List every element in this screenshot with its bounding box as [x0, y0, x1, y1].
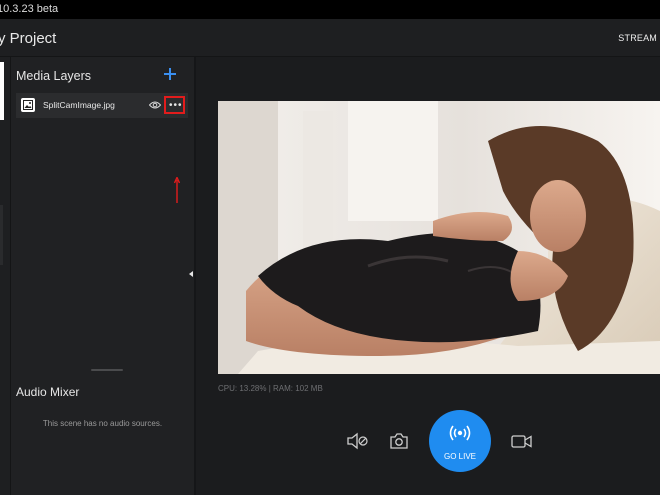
eye-icon[interactable]: [149, 100, 161, 110]
audio-mixer-title: Audio Mixer: [16, 385, 80, 399]
project-title[interactable]: y Project: [0, 30, 56, 47]
go-live-label: GO LIVE: [443, 452, 476, 461]
collapse-panel-icon[interactable]: [189, 271, 193, 277]
layer-options-button[interactable]: •••: [164, 96, 185, 114]
video-camera-icon[interactable]: [510, 432, 534, 450]
panel-splitter[interactable]: [194, 57, 196, 495]
title-bar: 10.3.23 beta: [0, 0, 660, 19]
add-layer-button plus-icon[interactable]: [163, 65, 177, 81]
media-layers-title: Media Layers: [16, 69, 92, 83]
layers-panel: Media Layers SplitCamImage.jpg ••• Audio…: [11, 57, 194, 495]
scene-strip: [0, 57, 11, 495]
speaker-mute-icon[interactable]: [346, 432, 370, 450]
preview-photo: [218, 101, 660, 374]
layer-name: SplitCamImage.jpg: [43, 100, 115, 110]
stream-button[interactable]: STREAM: [618, 33, 657, 43]
go-live-button[interactable]: GO LIVE: [429, 410, 491, 472]
camera-icon[interactable]: [389, 432, 409, 450]
more-dots-icon: •••: [169, 100, 183, 111]
performance-stats: CPU: 13.28% | RAM: 102 MB: [218, 384, 323, 393]
media-layer-item[interactable]: SplitCamImage.jpg •••: [16, 93, 188, 118]
image-icon: [21, 98, 35, 112]
panel-resize-handle[interactable]: [91, 369, 123, 371]
app-header: y Project STREAM: [0, 19, 660, 57]
scene-thumbnail[interactable]: [0, 62, 4, 120]
scene-strip-scrollbar[interactable]: [0, 205, 3, 265]
window-title: 10.3.23 beta: [0, 3, 59, 15]
audio-empty-message: This scene has no audio sources.: [42, 419, 163, 428]
scene-preview[interactable]: [218, 101, 660, 374]
annotation-arrow: [174, 177, 180, 203]
broadcast-icon: [449, 425, 471, 441]
